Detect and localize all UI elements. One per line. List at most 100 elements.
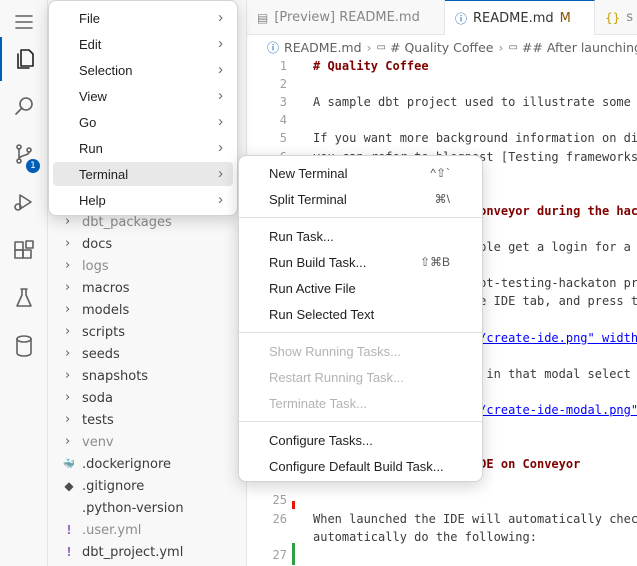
folder-item[interactable]: › models bbox=[48, 299, 247, 321]
folder-item[interactable]: › scripts bbox=[48, 321, 247, 343]
chevron-right-icon: › bbox=[65, 412, 71, 427]
folder-label: logs bbox=[82, 258, 109, 274]
database-icon[interactable] bbox=[0, 324, 48, 368]
breadcrumb-h2[interactable]: ## After launching bbox=[522, 40, 637, 55]
menu-item-label: Selection bbox=[79, 62, 133, 78]
tab-preview-readme[interactable]: ▤ [Preview] README.md bbox=[247, 0, 445, 35]
preview-icon: ▤ bbox=[257, 10, 269, 25]
chevron-right-icon: › bbox=[65, 368, 71, 383]
menu-separator bbox=[239, 332, 482, 333]
menu-item-view[interactable]: View › bbox=[53, 84, 233, 108]
file-item[interactable]: ! dbt_project.yml bbox=[48, 541, 247, 563]
extensions-icon[interactable] bbox=[0, 229, 48, 273]
menu-item-run-selected-text[interactable]: Run Selected Text bbox=[243, 302, 478, 326]
tab-label: [Preview] README.md bbox=[274, 10, 420, 25]
menu-item-configure-tasks[interactable]: Configure Tasks... bbox=[243, 428, 478, 452]
code-line: # Quality Coffee bbox=[313, 59, 429, 73]
line-number: 5 bbox=[279, 131, 287, 146]
menu-item-run-active-file[interactable]: Run Active File bbox=[243, 276, 478, 300]
code-token: automatically do the following: bbox=[313, 529, 537, 544]
yaml-icon: ! bbox=[66, 545, 72, 559]
menu-item-selection[interactable]: Selection › bbox=[53, 58, 233, 82]
file-item[interactable]: .python-version bbox=[48, 497, 247, 519]
run-debug-icon[interactable] bbox=[0, 180, 48, 224]
folder-label: macros bbox=[82, 280, 130, 296]
chevron-right-icon: › bbox=[218, 113, 223, 130]
folder-item[interactable]: › macros bbox=[48, 277, 247, 299]
chevron-right-icon: › bbox=[366, 39, 372, 55]
menu-item-label: Help bbox=[79, 192, 106, 208]
menu-item-edit[interactable]: Edit › bbox=[53, 32, 233, 56]
chevron-right-icon: › bbox=[65, 346, 71, 361]
breadcrumb: ⓘ README.md › ▭ # Quality Coffee › ▭ ## … bbox=[247, 36, 637, 58]
testing-icon[interactable] bbox=[0, 276, 48, 320]
file-item[interactable]: 🐳 .dockerignore bbox=[48, 453, 247, 475]
folder-item[interactable]: › soda bbox=[48, 387, 247, 409]
menu-item-run-task[interactable]: Run Task... bbox=[243, 224, 478, 248]
line-number: 2 bbox=[279, 77, 287, 92]
tab-other[interactable]: {} s bbox=[595, 0, 637, 35]
menu-item-label: Terminate Task... bbox=[269, 395, 368, 411]
search-icon[interactable] bbox=[0, 84, 48, 128]
json-icon: {} bbox=[605, 10, 621, 25]
line-number: 3 bbox=[279, 95, 287, 110]
line-number: 1 bbox=[279, 59, 287, 73]
folder-label: models bbox=[82, 302, 130, 318]
folder-item[interactable]: › venv bbox=[48, 431, 247, 453]
menu-item-label: File bbox=[79, 10, 100, 26]
chevron-right-icon: › bbox=[65, 236, 71, 251]
git-icon: ◆ bbox=[64, 479, 74, 493]
menu-item-label: Terminal bbox=[79, 166, 129, 182]
menu-separator bbox=[239, 217, 482, 218]
folder-item[interactable]: › snapshots bbox=[48, 365, 247, 387]
code-line: When launched the IDE will automatically… bbox=[313, 512, 637, 526]
folder-item[interactable]: › logs bbox=[48, 255, 247, 277]
file-item[interactable]: ◆ .gitignore bbox=[48, 475, 247, 497]
menu-item-split-terminal[interactable]: Split Terminal ⌘\ bbox=[243, 187, 478, 211]
chevron-right-icon: › bbox=[65, 390, 71, 405]
code-token: A sample dbt project used to illustrate … bbox=[313, 95, 631, 110]
folder-label: snapshots bbox=[82, 368, 149, 384]
file-item[interactable]: ! .user.yml bbox=[48, 519, 247, 541]
menu-item-file[interactable]: File › bbox=[53, 6, 233, 30]
line-number: 4 bbox=[279, 113, 287, 128]
line-number: 27 bbox=[272, 547, 287, 562]
keyboard-shortcut: ⇧⌘B bbox=[419, 255, 450, 269]
heading-icon: ▭ bbox=[508, 41, 518, 53]
code-token: # Quality Coffee bbox=[313, 59, 429, 73]
menu-item-help[interactable]: Help › bbox=[53, 188, 233, 212]
heading-icon: ▭ bbox=[376, 41, 386, 53]
folder-item[interactable]: › seeds bbox=[48, 343, 247, 365]
menu-item-terminal[interactable]: Terminal › bbox=[53, 162, 233, 186]
docker-icon: 🐳 bbox=[62, 458, 76, 470]
menu-item-label: Configure Default Build Task... bbox=[269, 458, 444, 474]
menu-item-run-build-task[interactable]: Run Build Task... ⇧⌘B bbox=[243, 250, 478, 274]
tab-readme[interactable]: ⓘ README.md M bbox=[445, 0, 595, 35]
folder-item[interactable]: › tests bbox=[48, 409, 247, 431]
menu-item-show-running-tasks: Show Running Tasks... bbox=[243, 339, 478, 363]
chevron-right-icon: › bbox=[218, 9, 223, 26]
keyboard-shortcut: ^⇧` bbox=[430, 166, 450, 180]
editor-tabs: ▤ [Preview] README.md ⓘ README.md M {} s bbox=[247, 0, 637, 35]
info-icon: ⓘ bbox=[455, 11, 468, 26]
menu-item-run[interactable]: Run › bbox=[53, 136, 233, 160]
folder-item[interactable]: › docs bbox=[48, 233, 247, 255]
explorer-icon[interactable] bbox=[0, 37, 48, 81]
menu-item-new-terminal[interactable]: New Terminal ^⇧` bbox=[243, 161, 478, 185]
chevron-right-icon: › bbox=[218, 191, 223, 208]
line-number: 25 bbox=[272, 493, 287, 508]
tab-label: README.md bbox=[473, 10, 554, 26]
breadcrumb-file[interactable]: README.md bbox=[284, 40, 362, 55]
menu-item-restart-running-task: Restart Running Task... bbox=[243, 365, 478, 389]
modified-indicator: M bbox=[559, 10, 571, 26]
menu-item-go[interactable]: Go › bbox=[53, 110, 233, 134]
gutter-added-marker bbox=[292, 543, 295, 565]
file-label: dbt_project.yml bbox=[82, 544, 184, 560]
chevron-right-icon: › bbox=[65, 324, 71, 339]
source-control-icon[interactable]: 1 bbox=[0, 132, 48, 176]
breadcrumb-h1[interactable]: # Quality Coffee bbox=[390, 40, 493, 55]
menu-item-configure-default-build-task[interactable]: Configure Default Build Task... bbox=[243, 454, 478, 478]
menu-item-label: Run Task... bbox=[269, 228, 334, 244]
menu-item-label: Split Terminal bbox=[269, 191, 347, 207]
menu-item-label: Run bbox=[79, 140, 103, 156]
